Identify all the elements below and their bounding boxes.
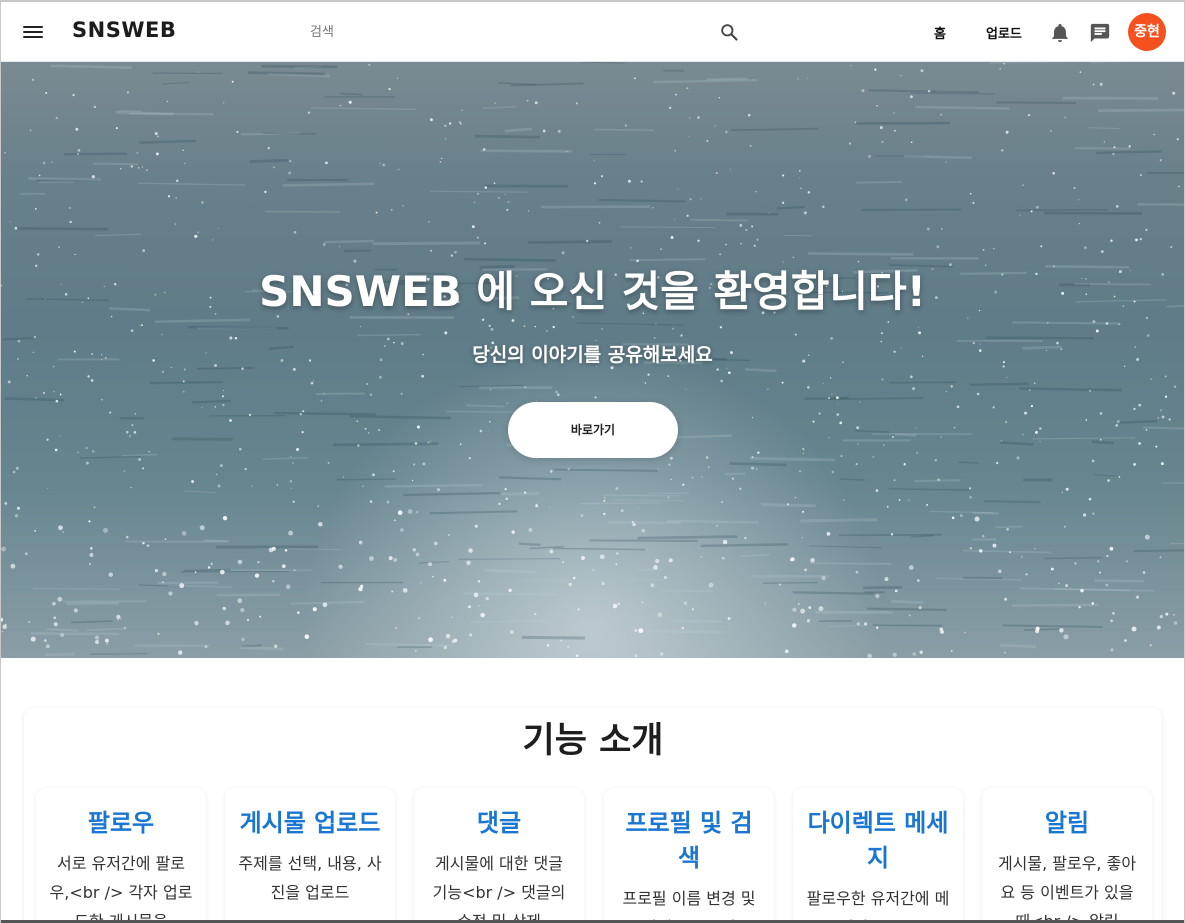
- features-section: 기능 소개 팔로우 서로 유저간에 팔로우,<br /> 각자 업로드한 게시물…: [24, 708, 1162, 923]
- notification-bell-icon[interactable]: [1049, 22, 1071, 44]
- feature-card-title: 알림: [1044, 809, 1090, 837]
- feature-card-title: 팔로우: [87, 809, 155, 837]
- feature-card: 알림 게시물, 팔로우, 좋아요 등 이벤트가 있을 때<br /> 알림: [982, 788, 1152, 923]
- feature-card-description: 팔로우한 유저간에 메세지를 주고: [806, 889, 950, 923]
- feature-card-description: 프로필 이름 변경 및 검색으로 유저: [622, 889, 756, 923]
- nav-upload-link[interactable]: 업로드: [986, 23, 1022, 42]
- search-input[interactable]: [299, 14, 709, 50]
- hero-banner: SNSWEB 에 오신 것을 환영합니다! 당신의 이야기를 공유해보세요 바로…: [1, 62, 1184, 658]
- feature-card-title: 댓글: [476, 809, 522, 837]
- feature-card-description: 주제를 선택, 내용, 사진을 업로드: [238, 854, 382, 902]
- feature-card: 다이렉트 메세지 팔로우한 유저간에 메세지를 주고: [793, 788, 963, 923]
- site-logo[interactable]: SNSWEB: [72, 18, 176, 42]
- feature-card-title: 다이렉트 메세지: [807, 809, 949, 872]
- feature-card: 프로필 및 검색 프로필 이름 변경 및 검색으로 유저: [604, 788, 774, 923]
- search-icon[interactable]: [719, 22, 739, 42]
- message-icon[interactable]: [1089, 22, 1111, 44]
- get-started-button[interactable]: 바로가기: [508, 402, 678, 458]
- feature-card-description: 게시물에 대한 댓글 기능<br /> 댓글의 수정 및 삭제: [432, 854, 566, 923]
- features-title: 기능 소개: [522, 721, 664, 761]
- feature-card: 팔로우 서로 유저간에 팔로우,<br /> 각자 업로드한 게시물을: [36, 788, 206, 923]
- feature-card-title: 게시물 업로드: [239, 809, 381, 837]
- feature-card-description: 서로 유저간에 팔로우,<br /> 각자 업로드한 게시물을: [49, 854, 193, 923]
- nav-home-link[interactable]: 홈: [934, 23, 946, 42]
- search-bar: [299, 14, 753, 50]
- feature-card: 게시물 업로드 주제를 선택, 내용, 사진을 업로드: [225, 788, 395, 923]
- app-window: SNSWEB 홈 업로드 중현 SNSWEB 에 오신 것을 환영합니다! 당신…: [0, 0, 1185, 923]
- feature-card: 댓글 게시물에 대한 댓글 기능<br /> 댓글의 수정 및 삭제: [414, 788, 584, 923]
- top-app-bar: SNSWEB 홈 업로드 중현: [1, 2, 1184, 62]
- feature-card-title: 프로필 및 검색: [625, 809, 753, 872]
- hero-title: SNSWEB 에 오신 것을 환영합니다!: [259, 267, 926, 316]
- feature-card-description: 게시물, 팔로우, 좋아요 등 이벤트가 있을 때<br /> 알림: [997, 854, 1137, 923]
- menu-icon[interactable]: [23, 24, 43, 40]
- user-avatar[interactable]: 중현: [1128, 13, 1166, 51]
- hero-subtitle: 당신의 이야기를 공유해보세요: [472, 344, 713, 366]
